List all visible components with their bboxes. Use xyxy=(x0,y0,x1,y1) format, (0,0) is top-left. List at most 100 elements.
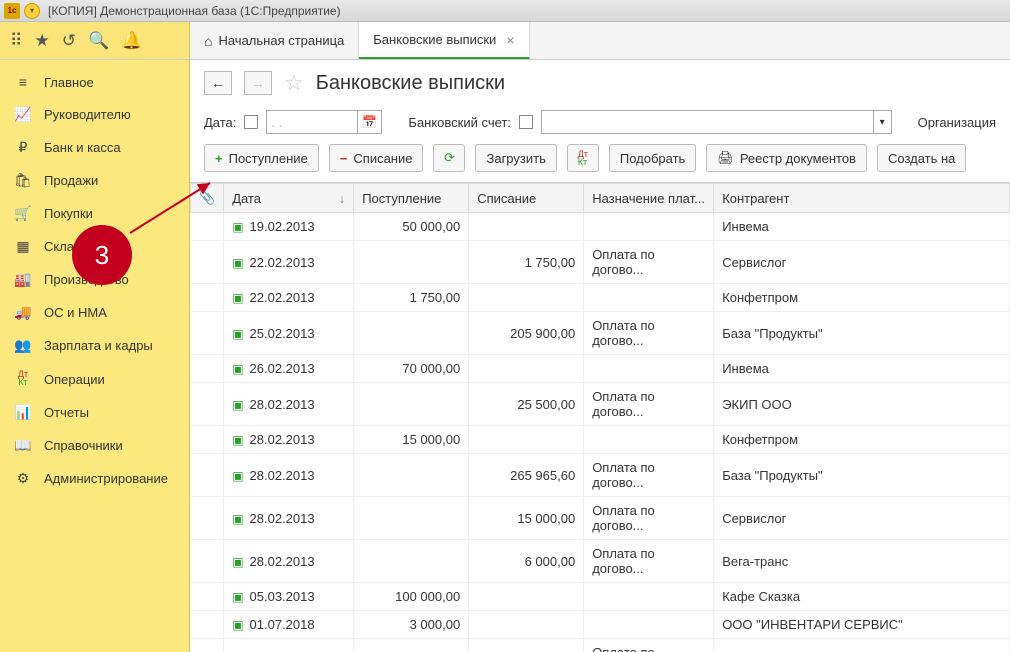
search-icon[interactable]: 🔍 xyxy=(88,31,109,51)
row-outflow-cell xyxy=(469,284,584,312)
inflow-button-label: Поступление xyxy=(229,151,308,166)
dtkt-icon: ДтКт xyxy=(578,150,588,166)
tab-bank-statements[interactable]: Банковские выписки × xyxy=(359,22,529,59)
row-purpose-cell xyxy=(584,213,714,241)
outflow-button[interactable]: − Списание xyxy=(329,144,424,172)
table-row[interactable]: ▣22.02.20131 750,00Оплата по догово...Се… xyxy=(191,241,1010,284)
row-attach-cell xyxy=(191,454,224,497)
nav-back-button[interactable]: ← xyxy=(204,71,232,95)
col-purpose[interactable]: Назначение плат... xyxy=(584,184,714,213)
row-counterparty-cell: База "Продукты" xyxy=(714,454,1010,497)
row-date-cell: ▣25.02.2013 xyxy=(224,312,354,355)
row-date-cell: ▣03.07.2018 xyxy=(224,639,354,652)
close-icon[interactable]: × xyxy=(506,32,514,48)
nav-forward-button[interactable]: → xyxy=(244,71,272,95)
sidebar-item-9[interactable]: ДтКтОперации xyxy=(0,362,189,396)
page-title: Банковские выписки xyxy=(316,72,505,95)
sidebar-item-11[interactable]: 📖Справочники xyxy=(0,429,189,462)
tab-current-label: Банковские выписки xyxy=(373,32,496,47)
sidebar-item-0[interactable]: ≡Главное xyxy=(0,66,189,98)
row-attach-cell xyxy=(191,383,224,426)
table-row[interactable]: ▣25.02.2013205 900,00Оплата по догово...… xyxy=(191,312,1010,355)
sidebar-item-label: Операции xyxy=(44,372,105,387)
page-header: ← → ☆ Банковские выписки xyxy=(190,60,1010,104)
col-inflow[interactable]: Поступление xyxy=(354,184,469,213)
pick-button[interactable]: Подобрать xyxy=(609,144,696,172)
sidebar-icon: 🚚 xyxy=(14,304,32,321)
registry-button-label: Реестр документов xyxy=(740,151,856,166)
apps-icon[interactable]: ⠿ xyxy=(10,31,22,51)
create-based-button[interactable]: Создать на xyxy=(877,144,966,172)
row-outflow-cell xyxy=(469,355,584,383)
load-button[interactable]: Загрузить xyxy=(475,144,556,172)
table-row[interactable]: ▣28.02.2013265 965,60Оплата по догово...… xyxy=(191,454,1010,497)
notifications-icon[interactable]: 🔔 xyxy=(121,31,142,51)
table-row[interactable]: ▣22.02.20131 750,00Конфетпром xyxy=(191,284,1010,312)
filter-account-checkbox[interactable] xyxy=(519,115,533,129)
calendar-icon[interactable]: 📅 xyxy=(358,110,382,134)
inflow-button[interactable]: + Поступление xyxy=(204,144,319,172)
sidebar-item-label: ОС и НМА xyxy=(44,305,107,320)
row-inflow-cell xyxy=(354,241,469,284)
table-row[interactable]: ▣28.02.201315 000,00Оплата по догово...С… xyxy=(191,497,1010,540)
tab-bar: ⌂ Начальная страница Банковские выписки … xyxy=(190,22,530,59)
sidebar-item-3[interactable]: 🛍Продажи xyxy=(0,164,189,197)
filter-date-input[interactable]: . . xyxy=(266,110,358,134)
table-row[interactable]: ▣26.02.201370 000,00Инвема xyxy=(191,355,1010,383)
sidebar-item-12[interactable]: ⚙Администрирование xyxy=(0,462,189,495)
col-outflow[interactable]: Списание xyxy=(469,184,584,213)
row-purpose-cell xyxy=(584,355,714,383)
print-icon: 🖨 xyxy=(717,150,734,166)
row-purpose-cell: Оплата по догово... xyxy=(584,540,714,583)
row-attach-cell xyxy=(191,611,224,639)
table-row[interactable]: ▣28.02.201315 000,00Конфетпром xyxy=(191,426,1010,454)
posted-icon: ▣ xyxy=(232,220,243,234)
sidebar-item-10[interactable]: 📊Отчеты xyxy=(0,396,189,429)
sidebar-item-1[interactable]: 📈Руководителю xyxy=(0,98,189,131)
row-attach-cell xyxy=(191,312,224,355)
row-date-cell: ▣28.02.2013 xyxy=(224,383,354,426)
posted-icon: ▣ xyxy=(232,590,243,604)
title-bar: 1c ▾ [КОПИЯ] Демонстрационная база (1С:П… xyxy=(0,0,1010,22)
table-row[interactable]: ▣01.07.20183 000,00ООО "ИНВЕНТАРИ СЕРВИС… xyxy=(191,611,1010,639)
favorite-icon[interactable]: ★ xyxy=(34,31,49,51)
row-purpose-cell: Оплата по догово... xyxy=(584,383,714,426)
favorite-toggle-icon[interactable]: ☆ xyxy=(284,70,304,96)
row-attach-cell xyxy=(191,213,224,241)
row-counterparty-cell: Вега-транс xyxy=(714,540,1010,583)
dropdown-icon[interactable]: ▾ xyxy=(874,110,892,134)
row-inflow-cell xyxy=(354,540,469,583)
sidebar-item-2[interactable]: ₽Банк и касса xyxy=(0,131,189,164)
sidebar-item-7[interactable]: 🚚 ОС и НМА xyxy=(0,296,189,329)
row-date-cell: ▣22.02.2013 xyxy=(224,284,354,312)
col-attach[interactable]: 📎 xyxy=(191,184,224,213)
tab-home[interactable]: ⌂ Начальная страница xyxy=(190,22,359,59)
table-row[interactable]: ▣05.03.2013100 000,00Кафе Сказка xyxy=(191,583,1010,611)
registry-button[interactable]: 🖨 Реестр документов xyxy=(706,144,867,172)
window-title: [КОПИЯ] Демонстрационная база (1С:Предпр… xyxy=(48,4,341,18)
col-date[interactable]: Дата ↓ xyxy=(224,184,354,213)
posted-icon: ▣ xyxy=(232,398,243,412)
sort-icon: ↓ xyxy=(339,191,346,206)
table-wrap[interactable]: 📎 Дата ↓ Поступление Списание Назначение… xyxy=(190,182,1010,652)
row-inflow-cell xyxy=(354,454,469,497)
callout-badge: 3 xyxy=(72,225,132,285)
filter-account-input[interactable] xyxy=(541,110,874,134)
col-counterparty[interactable]: Контрагент xyxy=(714,184,1010,213)
table-row[interactable]: ▣19.02.201350 000,00Инвема xyxy=(191,213,1010,241)
sidebar-item-8[interactable]: 👥Зарплата и кадры xyxy=(0,329,189,362)
row-purpose-cell xyxy=(584,583,714,611)
minus-icon: − xyxy=(340,151,348,166)
tab-home-label: Начальная страница xyxy=(218,33,344,48)
row-counterparty-cell: ООО "ИНВЕНТАРИ СЕРВИС" xyxy=(714,611,1010,639)
filter-date-checkbox[interactable] xyxy=(244,115,258,129)
history-icon[interactable]: ↺ xyxy=(62,31,76,51)
table-row[interactable]: ▣03.07.20183 000,00Оплата по догово...ПА… xyxy=(191,639,1010,652)
table-row[interactable]: ▣28.02.20136 000,00Оплата по догово...Ве… xyxy=(191,540,1010,583)
dtkt-button[interactable]: ДтКт xyxy=(567,144,599,172)
row-attach-cell xyxy=(191,426,224,454)
table-row[interactable]: ▣28.02.201325 500,00Оплата по догово...Э… xyxy=(191,383,1010,426)
refresh-button[interactable]: ⟳ xyxy=(433,144,465,172)
app-menu-dropdown[interactable]: ▾ xyxy=(24,3,40,19)
row-outflow-cell: 265 965,60 xyxy=(469,454,584,497)
